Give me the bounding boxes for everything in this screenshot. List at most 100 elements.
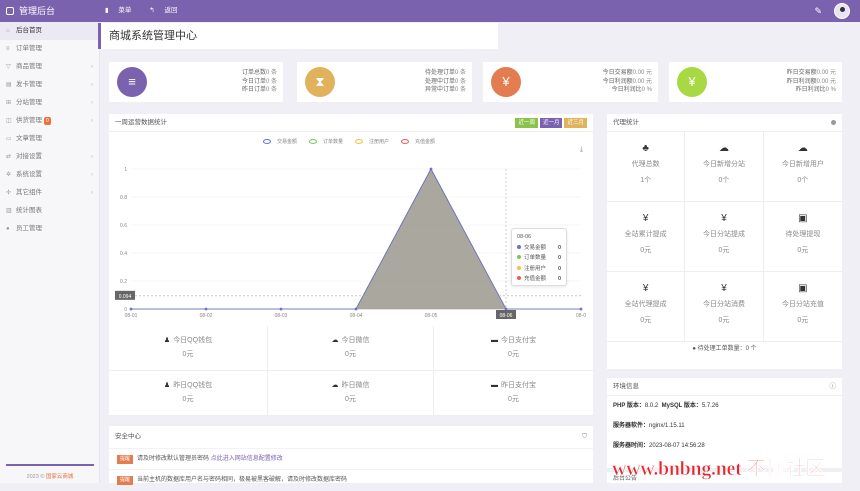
area-chart: 0 0.2 0.4 0.6 0.8 1 08-01 08-02 08-03 08-04 08-05 0… [115,167,586,319]
server-software: nginx/1.15.11 [649,423,685,429]
sidebar-item[interactable]: ◫ 供货管理 0 ‹ [0,112,99,130]
agent-cell: ▣ 待处理提现 0元 [763,202,842,272]
stat-line: 昨日交易额0.00 元 [787,69,836,78]
stat-line: 今日订单0 条 [242,78,277,87]
wechat-icon: ☁ [331,337,339,344]
wallet-value: 0元 [345,396,356,403]
wallet-cell: ▬ 昨日支付宝 0元 [434,371,593,416]
agent-value: 0元 [640,247,652,254]
agent-label: 全站累计提成 [624,231,667,238]
menu-toggle-button[interactable]: ▮ 菜单 [105,7,139,14]
agent-header: 代理统计 [607,114,842,132]
watermark: www.bnbng.net 不懂社区 [612,458,826,481]
stat-line: 昨日利润额0.00 元 [787,78,836,87]
stat-value: 0 条 [265,87,277,93]
y-tick-label: 0.8 [120,195,127,201]
wallet-label: 今日QQ钱包 [173,337,213,344]
sidebar-item[interactable]: ▤ 发卡管理 ‹ [0,76,99,94]
list-icon: ≡ [6,46,10,52]
qq-icon: ♟ [163,337,171,344]
pending-tickets: ● 待处理工单数量：0 个 [607,342,842,356]
security-card: 安全中心 ⛉ 提醒 请及时修改默认管理员密码 点此进入网站信息配置修改 提醒 当前主机的… [109,426,593,485]
stat-line: 今日利润比0 % [603,86,652,95]
sidebar-item[interactable]: ▥ 统计图表 [0,202,99,220]
tooltip-label: 交易金额 [524,244,547,251]
x-tick-label: 08-05 [425,313,438,319]
sidebar-item[interactable]: ⇄ 对接设置 ‹ [0,148,99,166]
stat-value: 0 条 [454,78,466,85]
chart-tooltip: 08-06 交易金额 0 订单数量 0 注册用户 0 充值金额 0 [511,228,567,286]
stat-value: 0 条 [265,78,277,85]
sidebar-menu: ⌂ 后台首页 ≡ 订单管理 ▽ 商品管理 ‹ ▤ 发卡管理 ‹ ⊞ 分站管理 ‹ ◫ 供货管理 0 ‹ ▭ 文章管理… [0,22,99,238]
footer-copyright: 2023 © 国家云商城 [6,472,94,480]
sidebar-item-label: 统计图表 [16,207,42,214]
sidebar-item[interactable]: ▭ 文章管理 [0,130,99,148]
article-icon: ▭ [6,136,12,142]
stat-label: 昨日利润比 [795,87,826,93]
avatar[interactable] [834,3,850,19]
sidebar-item[interactable]: ✢ 其它组件 ‹ [0,184,99,202]
wallet-value: 0元 [508,396,519,403]
agent-cell: ☁ 今日新增用户 0个 [763,132,842,202]
wrench-icon[interactable]: ✎ [814,6,822,17]
sidebar: ⌂ 后台首页 ≡ 订单管理 ▽ 商品管理 ‹ ▤ 发卡管理 ‹ ⊞ 分站管理 ‹ ◫ 供货管理 0 ‹ ▭ 文章管理… [0,22,100,483]
sidebar-item[interactable]: ● 员工管理 [0,220,99,238]
agent-title: 代理统计 [613,119,639,126]
data-point [354,307,358,311]
tooltip-label: 订单数量 [524,255,547,261]
sidebar-item[interactable]: ≡ 订单管理 [0,40,99,58]
tooltip-row: 注册用户 0 [517,264,561,275]
agent-cell: ¥ 全站累计提成 0元 [607,202,686,272]
hourglass-icon: ⧗ [305,67,335,97]
wallet-title: ▬ 今日支付宝 [434,334,593,348]
wallet-cell: ☁ 昨日微信 0元 [268,371,434,416]
footer-prefix: 2023 © [26,474,46,480]
back-icon: ↰ [149,7,157,14]
brand-title: 管理后台 [19,6,56,16]
tooltip-row-left: 充值金额 [517,274,546,285]
stat-value: 0.00 元 [816,70,836,76]
sidebar-item-label: 商品管理 [16,63,42,70]
security-header: 安全中心 ⛉ [109,426,593,448]
sidebar-item[interactable]: ✲ 系统设置 ‹ [0,166,99,184]
sidebar-item-label: 分站管理 [16,99,42,106]
money-icon: ▣ [798,283,808,294]
sidebar-footer: 2023 © 国家云商城 [6,464,94,480]
tooltip-row: 交易金额 0 [517,243,561,254]
stat-label: 异常中订单 [424,87,455,93]
sidebar-item[interactable]: ⊞ 分站管理 ‹ [0,94,99,112]
list-icon: ≡ [117,67,147,97]
user-icon: ● [6,226,10,232]
tooltip-value: 0 [557,244,561,251]
wallet-label: 昨日QQ钱包 [173,382,213,389]
agent-dot-icon [831,120,836,125]
stat-value: 0.00 元 [816,78,836,85]
sidebar-item[interactable]: ⌂ 后台首页 [0,22,99,40]
tooltip-value: 0 [557,255,561,261]
weekly-chart-card: 一周运营数据统计 近一周 近一月 近三月 交易金额 订单数量 注册用户 充值金额 ⤓ 00… [109,114,593,326]
chevron-left-icon: ‹ [90,99,93,106]
agent-cell: ¥ 全站代理提成 0元 [607,272,686,342]
stat-label: 订单总数 [241,70,266,76]
security-title: 安全中心 [115,433,141,440]
data-point [579,307,583,311]
stat-label: 昨日交易额 [786,70,817,76]
wallet-title: ▬ 昨日支付宝 [434,379,593,393]
security-text: 当前主机的数据库用户名与密码相同，极易被黑客破解，请及时修改数据库密码 [137,477,348,483]
sidebar-item[interactable]: ▽ 商品管理 ‹ [0,58,99,76]
agent-label: 今日新增分站 [702,161,745,168]
footer-link[interactable]: 国家云商城 [46,474,74,480]
stat-card: ¥ 昨日交易额0.00 元昨日利润额0.00 元昨日利润比0 % [669,62,842,102]
agent-value: 0元 [797,317,809,324]
security-link[interactable]: 点此进入网站信息配置修改 [211,456,283,462]
mysql-version: 5.7.26 [701,403,719,409]
brand[interactable]: 管理后台 [0,0,100,22]
stat-lines: 今日交易额0.00 元今日利润额0.00 元今日利润比0 % [603,69,652,95]
agent-label: 待处理提现 [785,231,821,238]
sidebar-item-label: 订单管理 [16,45,42,52]
back-button[interactable]: ↰ 返回 [149,7,185,14]
data-point [429,167,433,171]
tooltip-row-left: 注册用户 [517,264,546,275]
wallet-value: 0元 [182,396,194,403]
wallet-grid: ♟ 今日QQ钱包 0元 ☁ 今日微信 0元 ▬ 今日支付宝 0元 ♟ 昨日QQ钱包 0元 ☁ 昨日微信 0元… [109,326,593,416]
